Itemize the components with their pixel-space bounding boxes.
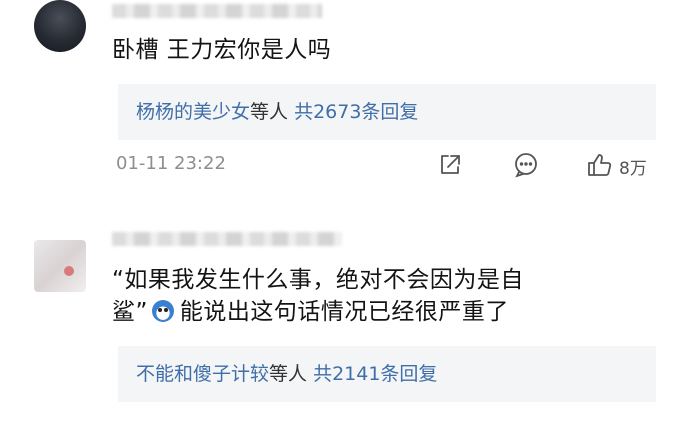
- comment-text: 卧槽 王力宏你是人吗: [112, 37, 332, 63]
- reply-connector: 等人: [269, 363, 308, 385]
- username-blurred[interactable]: [112, 232, 342, 246]
- comment-icon[interactable]: [512, 152, 540, 178]
- reply-count[interactable]: 共2673条回复: [294, 101, 418, 123]
- like-count: 8万: [619, 159, 647, 179]
- comment-text-line: “如果我发生什么事，绝对不会因为是自: [112, 267, 524, 293]
- avatar[interactable]: [34, 0, 86, 52]
- thumbs-up-icon[interactable]: [586, 152, 614, 178]
- username-blurred[interactable]: [112, 4, 322, 18]
- reply-connector: 等人: [250, 101, 289, 123]
- reply-names[interactable]: 杨杨的美少女: [136, 101, 250, 123]
- comment-item: 卧槽 王力宏你是人吗 杨杨的美少女等人 共2673条回复 01-11 23:22…: [0, 0, 673, 200]
- comment-meta: 01-11 23:22 8万: [116, 150, 661, 180]
- doraemon-emoji-icon: [151, 300, 174, 322]
- timestamp: 01-11 23:22: [116, 153, 226, 174]
- comment-text: “如果我发生什么事，绝对不会因为是自 鲨” 能说出这句话情况已经很严重了: [112, 264, 632, 328]
- comment-text-line: 鲨” 能说出这句话情况已经很严重了: [112, 296, 632, 328]
- share-icon[interactable]: [437, 152, 463, 178]
- reply-summary[interactable]: 杨杨的美少女等人 共2673条回复: [118, 84, 656, 140]
- comment-text-fragment: 鲨”: [112, 299, 148, 325]
- comment-text-fragment: 能说出这句话情况已经很严重了: [179, 299, 509, 325]
- reply-count[interactable]: 共2141条回复: [313, 363, 437, 385]
- avatar[interactable]: [34, 240, 86, 292]
- reply-names[interactable]: 不能和傻子计较: [136, 363, 269, 385]
- comment-item: “如果我发生什么事，绝对不会因为是自 鲨” 能说出这句话情况已经很严重了 不能和傻…: [0, 212, 673, 432]
- reply-summary[interactable]: 不能和傻子计较等人 共2141条回复: [118, 346, 656, 402]
